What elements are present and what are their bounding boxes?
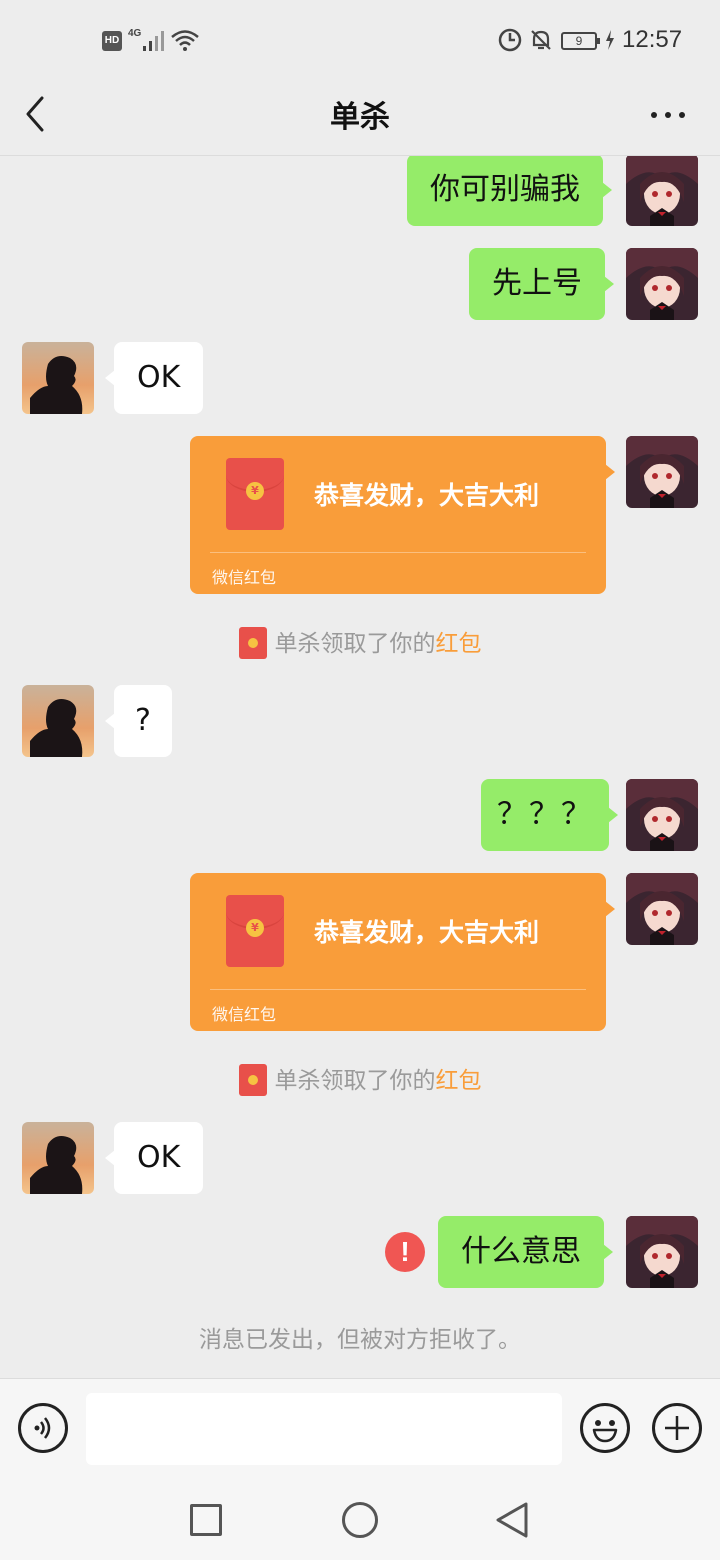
my-avatar[interactable]	[626, 156, 698, 226]
triangle-back-icon[interactable]	[494, 1500, 530, 1540]
rejection-notice: 消息已发出，但被对方拒收了。	[199, 1327, 521, 1353]
red-packet-card[interactable]: ¥ 恭喜发财，大吉大利 微信红包	[190, 873, 615, 1031]
my-message-bubble[interactable]: 先上号	[469, 248, 614, 320]
my-avatar[interactable]	[626, 873, 698, 945]
my-message-bubble[interactable]: 你可别骗我	[407, 156, 612, 226]
plus-icon[interactable]	[652, 1403, 702, 1453]
signal-icon	[143, 31, 164, 51]
red-packet-blessing: 恭喜发财，大吉大利	[314, 918, 540, 947]
their-message-bubble[interactable]: OK	[104, 342, 204, 414]
status-bar: HD 4G 9 12:57	[0, 0, 720, 80]
divider	[210, 552, 586, 553]
message-input[interactable]	[86, 1393, 562, 1465]
red-envelope-icon: ¥	[226, 458, 284, 530]
their-message-bubble[interactable]: OK	[104, 1122, 204, 1194]
voice-icon[interactable]	[18, 1403, 68, 1453]
red-packet-link[interactable]: 红包	[436, 1068, 482, 1094]
red-packet-card[interactable]: ¥ 恭喜发财，大吉大利 微信红包	[190, 436, 615, 594]
emoji-icon[interactable]	[580, 1403, 630, 1453]
my-avatar[interactable]	[626, 436, 698, 508]
battery-indicator: 9	[561, 32, 600, 50]
my-avatar[interactable]	[626, 248, 698, 320]
system-notice: 单杀领取了你的红包	[0, 1061, 720, 1096]
message-list[interactable]: 你可别骗我 先上号 OK ¥ 恭喜发财，大吉大利 微信红包 单杀领取了你的红包 …	[0, 156, 720, 1378]
notice-text: 单杀领取了你的	[274, 1068, 436, 1094]
network-type: 4G	[128, 28, 142, 39]
charging-icon	[606, 30, 614, 50]
input-bar	[0, 1378, 720, 1478]
more-dots-icon[interactable]	[648, 100, 688, 130]
mute-bell-icon	[531, 30, 551, 50]
data-saver-icon	[498, 28, 522, 52]
contact-avatar[interactable]	[22, 342, 94, 414]
divider	[210, 989, 586, 990]
exclamation-icon[interactable]: !	[385, 1232, 425, 1272]
hd-badge: HD	[102, 31, 122, 51]
chat-header: 单杀	[0, 80, 720, 156]
contact-avatar[interactable]	[22, 1122, 94, 1194]
circle-icon[interactable]	[342, 1502, 378, 1538]
their-message-bubble[interactable]: ?	[105, 685, 172, 757]
system-notice: 单杀领取了你的红包	[0, 624, 720, 659]
system-nav-bar	[0, 1478, 720, 1560]
clock: 12:57	[622, 26, 683, 53]
red-packet-blessing: 恭喜发财，大吉大利	[314, 481, 540, 510]
red-packet-label: 微信红包	[212, 568, 277, 587]
red-packet-label: 微信红包	[212, 1005, 277, 1024]
wifi-icon	[171, 30, 199, 51]
red-packet-link[interactable]: 红包	[436, 631, 482, 657]
red-envelope-icon	[238, 627, 267, 659]
my-message-bubble[interactable]: 什么意思	[438, 1216, 613, 1288]
chat-title: 单杀	[330, 100, 390, 135]
notice-text: 单杀领取了你的	[274, 631, 436, 657]
my-message-bubble[interactable]: ？？？	[481, 779, 618, 851]
red-envelope-icon: ¥	[226, 895, 284, 967]
contact-avatar[interactable]	[22, 685, 94, 757]
my-avatar[interactable]	[626, 779, 698, 851]
square-icon[interactable]	[190, 1504, 222, 1536]
my-avatar[interactable]	[626, 1216, 698, 1288]
red-envelope-icon	[238, 1064, 267, 1096]
